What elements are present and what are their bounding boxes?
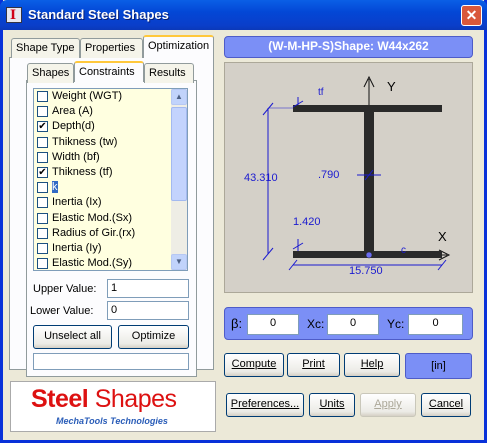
- constraint-item[interactable]: Weight (WGT): [34, 89, 187, 104]
- tab-constraints[interactable]: Constraints: [74, 61, 144, 82]
- constraint-label: k: [52, 181, 58, 194]
- units-button[interactable]: Units: [309, 393, 355, 417]
- constraint-label: Weight (WGT): [52, 90, 123, 102]
- constraint-label: Thikness (tw): [52, 135, 118, 148]
- constraint-label: Area (A): [52, 105, 93, 118]
- beta-label: β:: [231, 316, 243, 331]
- preferences-button[interactable]: Preferences...: [226, 393, 304, 417]
- web-thickness-value: .790: [318, 169, 340, 181]
- constraint-item[interactable]: Radius of Gir.(rx): [34, 226, 187, 241]
- compute-button[interactable]: Compute: [224, 353, 284, 377]
- lower-value-input[interactable]: 0: [107, 301, 189, 320]
- upper-value-input[interactable]: 1: [107, 279, 189, 298]
- checkbox-icon[interactable]: [37, 242, 48, 254]
- yc-input[interactable]: 0: [408, 314, 463, 335]
- logo: Steel Shapes MechaTools Technologies: [10, 381, 216, 432]
- constraint-item[interactable]: Width (bf): [34, 150, 187, 165]
- optimize-button[interactable]: Optimize: [118, 325, 189, 349]
- checkbox-checked-icon[interactable]: ✔: [37, 121, 48, 133]
- constraint-label: Inertia (Iy): [52, 241, 102, 254]
- centroid-c-label: c: [401, 245, 406, 256]
- constraint-label: Elastic Mod.(Sy): [52, 257, 133, 270]
- constraint-item[interactable]: Thikness (tw): [34, 135, 187, 150]
- checkbox-icon[interactable]: [37, 212, 48, 224]
- tab-properties[interactable]: Properties: [80, 38, 143, 58]
- checkbox-icon[interactable]: [37, 151, 48, 163]
- app-icon: I: [6, 7, 22, 23]
- checkbox-icon[interactable]: [37, 227, 48, 239]
- scroll-down-icon[interactable]: ▼: [171, 254, 187, 270]
- logo-title: Steel Shapes: [31, 385, 177, 413]
- constraint-item[interactable]: Area (A): [34, 104, 187, 119]
- constraint-label: Thikness (tf): [52, 165, 113, 178]
- xc-input[interactable]: 0: [327, 314, 379, 335]
- beta-input[interactable]: 0: [247, 314, 299, 335]
- constraint-item[interactable]: Elastic Mod.(Sx): [34, 211, 187, 226]
- upper-value-label: Upper Value:: [33, 283, 97, 295]
- width-value: 15.750: [349, 265, 383, 277]
- close-button[interactable]: ✕: [461, 5, 482, 26]
- print-button[interactable]: Print: [287, 353, 340, 377]
- constraint-item[interactable]: Inertia (Iy): [34, 241, 187, 256]
- checkbox-icon[interactable]: [37, 258, 48, 270]
- yc-label: Yc:: [387, 317, 405, 331]
- tab-results[interactable]: Results: [144, 63, 194, 83]
- checkbox-icon[interactable]: [37, 182, 48, 194]
- x-axis-label: X: [438, 229, 447, 244]
- help-button[interactable]: Help: [344, 353, 400, 377]
- web: [364, 112, 374, 251]
- title-bar[interactable]: I Standard Steel Shapes ✕: [0, 0, 487, 30]
- window-title: Standard Steel Shapes: [28, 7, 169, 22]
- constraint-label: Elastic Mod.(Sx): [52, 211, 133, 224]
- constraint-item[interactable]: ✔ Depth(d): [34, 119, 187, 134]
- scroll-up-icon[interactable]: ▲: [171, 89, 187, 105]
- cancel-button[interactable]: Cancel: [421, 393, 471, 417]
- tab-optimization[interactable]: Optimization: [143, 35, 214, 58]
- progress-bar: [33, 353, 189, 370]
- tab-shape-type[interactable]: Shape Type: [11, 38, 80, 58]
- constraint-label: Radius of Gir.(rx): [52, 226, 136, 239]
- shape-title: (W-M-HP-S)Shape: W44x262: [224, 36, 473, 58]
- constraint-label: Depth(d): [52, 120, 95, 133]
- y-axis-label: Y: [387, 79, 396, 94]
- constraint-item[interactable]: Inertia (Ix): [34, 195, 187, 210]
- constraints-list[interactable]: Weight (WGT) Area (A) ✔ Depth(d) Thikness (t…: [33, 88, 188, 271]
- list-scrollbar[interactable]: ▲ ▼: [171, 89, 187, 270]
- units-display: [in]: [405, 353, 472, 379]
- constraint-item[interactable]: ✔ Thikness (tf): [34, 165, 187, 180]
- constraint-label: Width (bf): [52, 150, 100, 163]
- checkbox-icon[interactable]: [37, 136, 48, 148]
- checkbox-icon[interactable]: [37, 197, 48, 209]
- apply-button[interactable]: Apply: [360, 393, 416, 417]
- top-flange: [293, 105, 442, 112]
- logo-subtitle: MechaTools Technologies: [56, 416, 168, 426]
- tf-label: tf: [318, 87, 324, 98]
- parameter-bar: β: 0 Xc: 0 Yc: 0: [224, 307, 473, 340]
- checkbox-checked-icon[interactable]: ✔: [37, 166, 48, 178]
- section-drawing: Y X tf 43.310 .790 1.420 15.750 c: [224, 62, 473, 293]
- constraint-item[interactable]: k: [34, 180, 187, 195]
- scroll-thumb[interactable]: [171, 107, 187, 201]
- centroid-marker: [365, 251, 373, 259]
- checkbox-icon[interactable]: [37, 106, 48, 118]
- xc-label: Xc:: [307, 317, 325, 331]
- checkbox-icon[interactable]: [37, 91, 48, 102]
- tab-shapes[interactable]: Shapes: [27, 63, 74, 83]
- unselect-all-button[interactable]: Unselect all: [33, 325, 112, 349]
- flange-thickness-value: 1.420: [293, 216, 321, 228]
- lower-value-label: Lower Value:: [30, 305, 94, 317]
- constraint-label: Inertia (Ix): [52, 196, 102, 209]
- constraint-item[interactable]: Elastic Mod.(Sy): [34, 256, 187, 270]
- depth-value: 43.310: [244, 172, 278, 184]
